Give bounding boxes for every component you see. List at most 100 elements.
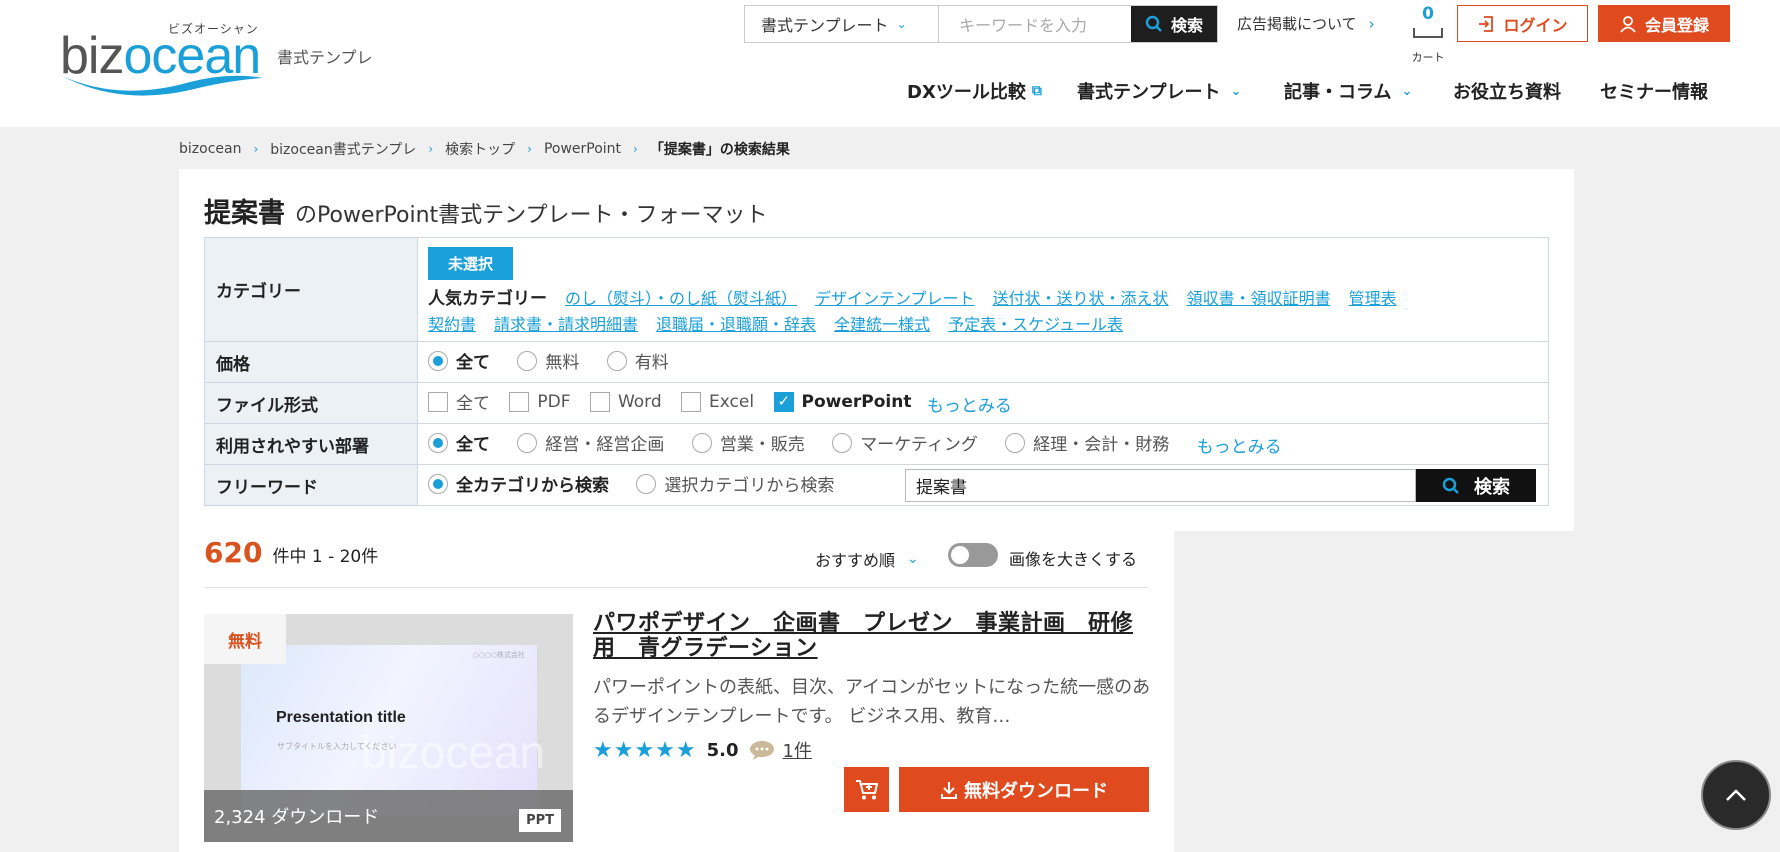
format-option-powerpoint[interactable]: PowerPoint xyxy=(773,391,911,412)
chevron-up-icon xyxy=(1726,789,1746,801)
enlarge-image-toggle[interactable] xyxy=(948,543,998,567)
freeword-label: フリーワード xyxy=(204,464,418,506)
back-to-top-button[interactable] xyxy=(1701,760,1771,830)
category-link[interactable]: 全建統一様式 xyxy=(834,315,930,334)
cart-count: 0 xyxy=(1422,4,1434,24)
review-count-link[interactable]: 1件 xyxy=(783,737,812,763)
ad-placement-link[interactable]: 広告掲載について › xyxy=(1237,13,1375,34)
search-keyword-input[interactable]: キーワードを入力 xyxy=(939,6,1131,42)
template-thumbnail[interactable]: ○○○○株式会社 bizocean Presentation title サブタ… xyxy=(204,614,573,842)
price-option-all[interactable]: 全て xyxy=(428,348,490,373)
divider xyxy=(204,587,1149,588)
comment-icon xyxy=(749,741,774,760)
breadcrumb-current: 「提案書」の検索結果 xyxy=(649,142,790,158)
breadcrumb-link[interactable]: bizocean書式テンプレ xyxy=(270,139,416,159)
dept-option-sales[interactable]: 営業・販売 xyxy=(691,430,805,455)
search-filter-panel: 提案書 のPowerPoint書式テンプレート・フォーマット カテゴリー 未選択… xyxy=(179,169,1574,531)
site-header: ビズオーシャン bizocean 書式テンプレ 書式テンプレート ⌄ キーワード… xyxy=(0,0,1780,127)
radio-unchecked xyxy=(606,350,627,371)
chevron-down-icon: ⌄ xyxy=(907,551,919,567)
radio-unchecked xyxy=(691,432,712,453)
nav-seminars[interactable]: セミナー情報 xyxy=(1600,78,1708,104)
price-label: 価格 xyxy=(204,341,418,383)
price-option-free[interactable]: 無料 xyxy=(517,348,579,373)
nav-resources[interactable]: お役立ち資料 xyxy=(1453,78,1561,104)
checkbox-checked xyxy=(773,391,794,412)
free-tag: 無料 xyxy=(204,614,286,664)
format-option-pdf[interactable]: PDF xyxy=(509,391,571,412)
breadcrumb-link[interactable]: PowerPoint xyxy=(544,141,621,157)
chevron-right-icon: › xyxy=(1368,15,1375,33)
dept-option-management[interactable]: 経営・経営企画 xyxy=(517,430,664,455)
chevron-down-icon: ⌄ xyxy=(1401,83,1413,99)
rating-score: 5.0 xyxy=(706,739,739,761)
format-more-link[interactable]: もっとみる xyxy=(927,397,1012,417)
format-label: ファイル形式 xyxy=(204,382,418,424)
free-download-button[interactable]: 無料ダウンロード xyxy=(899,767,1149,812)
checkbox-unchecked xyxy=(589,391,610,412)
freeword-search-button[interactable]: 検索 xyxy=(1416,469,1536,502)
cart-icon xyxy=(1413,28,1443,38)
template-description: パワーポイントの表紙、目次、アイコンがセットになった統一感のあるデザインテンプレ… xyxy=(593,677,1151,727)
star-icons: ★★★★★ xyxy=(593,737,697,763)
breadcrumb-link[interactable]: 検索トップ xyxy=(445,139,515,159)
cart-button[interactable]: 0 カート xyxy=(1408,4,1448,65)
checkbox-unchecked xyxy=(509,391,530,412)
popular-categories: 人気カテゴリー のし（熨斗）・のし紙（熨斗紙） デザインテンプレート 送付状・送り状・… xyxy=(428,289,1397,334)
file-type-badge: PPT xyxy=(519,809,561,832)
radio-checked xyxy=(428,350,448,371)
breadcrumb-link[interactable]: bizocean xyxy=(179,141,241,157)
login-button[interactable]: ログイン xyxy=(1457,5,1588,42)
chevron-right-icon: › xyxy=(253,142,259,156)
category-link[interactable]: 請求書・請求明細書 xyxy=(494,315,638,334)
dept-option-all[interactable]: 全て xyxy=(428,430,490,455)
page-title: 提案書 のPowerPoint書式テンプレート・フォーマット xyxy=(204,198,768,229)
filter-table: カテゴリー 未選択 人気カテゴリー のし（熨斗）・のし紙（熨斗紙） デザインテンプレ… xyxy=(204,237,1549,506)
search-button[interactable]: 検索 xyxy=(1131,6,1217,42)
format-option-excel[interactable]: Excel xyxy=(681,391,754,412)
category-link[interactable]: 予定表・スケジュール表 xyxy=(948,315,1123,334)
bizocean-logo[interactable]: ビズオーシャン bizocean xyxy=(60,18,265,96)
sort-select[interactable]: おすすめ順 ⌄ xyxy=(815,547,919,571)
format-option-all[interactable]: 全て xyxy=(428,389,490,414)
login-icon xyxy=(1479,15,1494,32)
nav-articles[interactable]: 記事・コラム ⌄ xyxy=(1284,78,1412,104)
category-link[interactable]: 送付状・送り状・添え状 xyxy=(993,289,1169,308)
watermark: bizocean xyxy=(361,726,546,778)
result-count: 620 件中 1 - 20件 xyxy=(204,536,379,569)
dept-option-accounting[interactable]: 経理・会計・財務 xyxy=(1005,430,1169,455)
template-title-link[interactable]: パワポデザイン 企画書 プレゼン 事業計画 研修用 青グラデーション xyxy=(593,611,1153,661)
enlarge-image-label: 画像を大きくする xyxy=(1009,550,1138,569)
dept-more-link[interactable]: もっとみる xyxy=(1197,438,1282,458)
add-to-cart-button[interactable] xyxy=(844,767,889,812)
radio-unchecked xyxy=(1005,432,1026,453)
register-button[interactable]: 会員登録 xyxy=(1598,5,1730,42)
freeword-option-selected-category[interactable]: 選択カテゴリから検索 xyxy=(636,471,834,496)
external-link-icon: ⧉ xyxy=(1031,83,1042,99)
category-link[interactable]: のし（熨斗）・のし紙（熨斗紙） xyxy=(565,289,797,308)
logo-wave-icon xyxy=(62,75,263,96)
department-label: 利用されやすい部署 xyxy=(204,423,418,465)
freeword-input[interactable]: 提案書 xyxy=(905,469,1416,502)
nav-dx-tools[interactable]: DXツール比較 ⧉ xyxy=(907,78,1042,104)
format-option-word[interactable]: Word xyxy=(589,391,662,412)
chevron-down-icon: ⌄ xyxy=(1230,83,1242,99)
radio-unchecked xyxy=(517,432,538,453)
user-icon xyxy=(1620,15,1636,33)
dept-option-marketing[interactable]: マーケティング xyxy=(832,430,978,455)
category-link[interactable]: 管理表 xyxy=(1349,289,1397,308)
chevron-down-icon: ⌄ xyxy=(896,17,907,31)
category-link[interactable]: デザインテンプレート xyxy=(815,289,975,308)
search-icon xyxy=(1442,477,1459,494)
category-link[interactable]: 退職届・退職願・辞表 xyxy=(656,315,816,334)
freeword-option-all-categories[interactable]: 全カテゴリから検索 xyxy=(428,471,609,496)
price-option-paid[interactable]: 有料 xyxy=(606,348,669,373)
unselected-badge[interactable]: 未選択 xyxy=(428,247,514,280)
logo-subtitle: 書式テンプレ xyxy=(277,48,373,67)
category-link[interactable]: 契約書 xyxy=(428,315,476,334)
results-panel: 620 件中 1 - 20件 おすすめ順 ⌄ 画像を大きくする ○○○○株式会社 … xyxy=(179,531,1174,852)
nav-templates[interactable]: 書式テンプレート ⌄ xyxy=(1077,78,1241,104)
category-link[interactable]: 領収書・領収証明書 xyxy=(1187,289,1331,308)
chevron-right-icon: › xyxy=(428,142,434,156)
search-category-select[interactable]: 書式テンプレート ⌄ xyxy=(745,6,939,42)
